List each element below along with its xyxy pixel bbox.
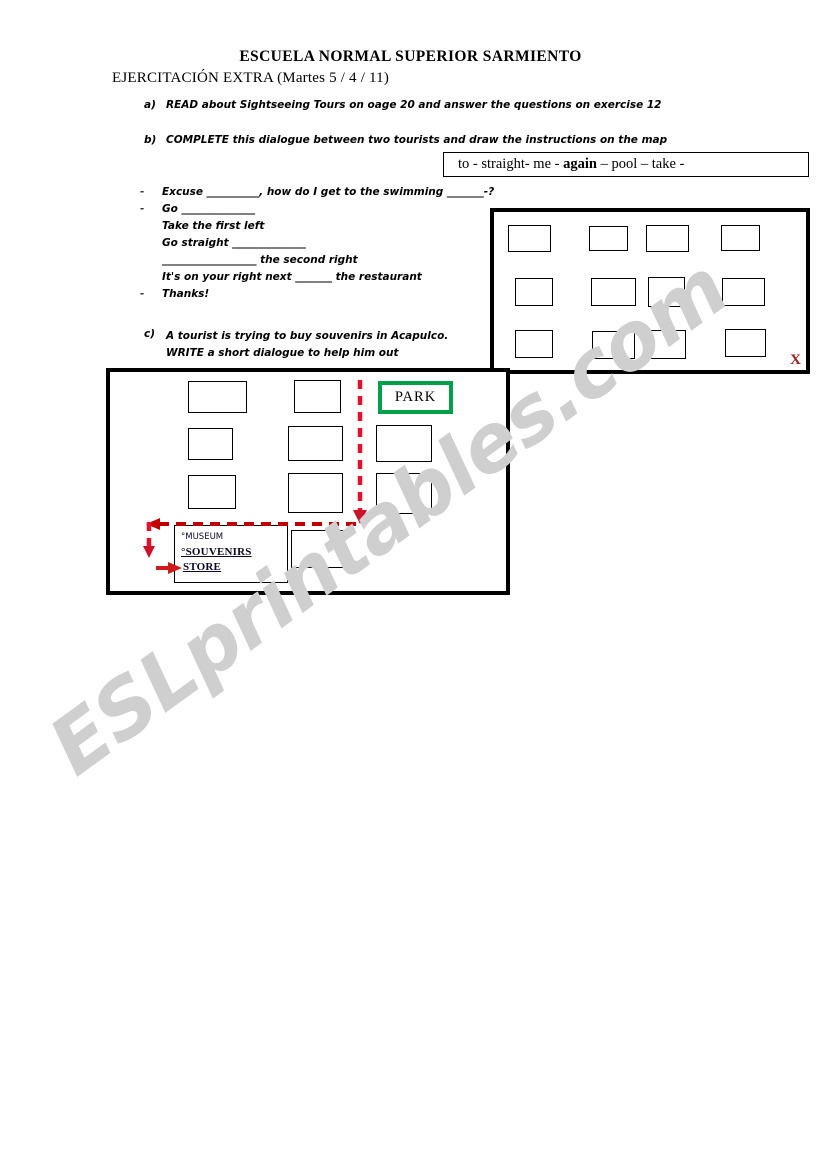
school-title: ESCUELA NORMAL SUPERIOR SARMIENTO [239, 48, 582, 65]
route-arrowhead-down-left [143, 546, 155, 558]
exercise-b-text: COMPLETE this dialogue between two touri… [166, 134, 668, 146]
exercise-c-text: A tourist is trying to buy souvenirs in … [166, 328, 448, 362]
dialogue-text: Go straight ______________ [162, 237, 306, 249]
exercise-b-letter: b) [144, 134, 157, 146]
dialogue-dash: - [140, 288, 145, 300]
map-building [515, 330, 553, 358]
worksheet-subtitle: EJERCITACIÓN EXTRA (Martes 5 / 4 / 11) [112, 70, 390, 86]
dialogue-text: __________________ the second right [162, 254, 358, 266]
map-building [591, 278, 636, 306]
word-bank-bold-word: again [563, 156, 597, 172]
exercise-c-line-1: A tourist is trying to buy souvenirs in … [166, 330, 449, 342]
exercise-c-letter: c) [144, 328, 156, 340]
dialogue-text: Take the first left [162, 220, 265, 232]
watermark: ESLprintables.com [33, 242, 760, 900]
dialogue-dash: - [140, 186, 145, 198]
worksheet-page: ESLprintables.com ESCUELA NORMAL SUPERIO… [0, 0, 821, 1169]
exercise-c-line-2: WRITE a short dialogue to help him out [166, 347, 399, 359]
map-top-exercise-b[interactable]: X [490, 208, 810, 374]
dialogue-text: Thanks! [162, 288, 210, 300]
dialogue-text: Go ______________ [162, 203, 255, 215]
map-building [508, 225, 551, 252]
route-arrowhead-right-store [168, 562, 182, 574]
route-arrows [143, 380, 367, 574]
map-building [722, 278, 765, 306]
map-building [648, 277, 685, 307]
x-marker: X [790, 352, 801, 368]
route-arrowhead-down [353, 510, 367, 524]
word-bank-before: to - straight- me - [458, 156, 564, 172]
dialogue-text: Excuse __________, how do I get to the s… [162, 186, 495, 198]
map-building [592, 331, 635, 359]
map-building [646, 330, 686, 359]
map-building [725, 329, 766, 357]
map-bottom-exercise-c[interactable]: PARK °MUSEUM °SOUVENIRS STORE [106, 368, 510, 595]
map-building [515, 278, 553, 306]
word-bank-after: – pool – take - [596, 156, 685, 172]
map-building [589, 226, 628, 251]
dialogue-dash: - [140, 203, 145, 215]
dialogue-text: It's on your right next _______ the rest… [162, 271, 422, 283]
exercise-a-text: READ about Sightseeing Tours on oage 20 … [166, 99, 662, 111]
map-building [721, 225, 760, 251]
map-building [646, 225, 689, 252]
word-bank-text: to - straight- me - again – pool – take … [458, 156, 684, 173]
exercise-a-letter: a) [144, 99, 156, 111]
word-bank-box: to - straight- me - again – pool – take … [443, 152, 809, 177]
